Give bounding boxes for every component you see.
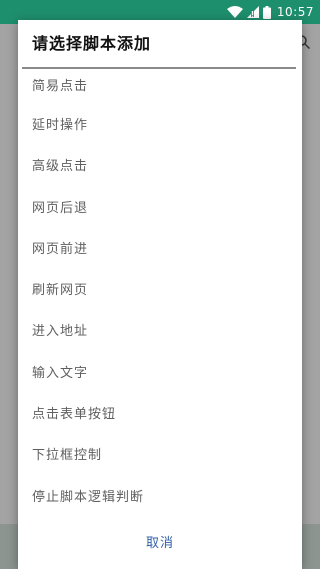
option-page-forward[interactable]: 网页前进: [18, 229, 302, 270]
cancel-button[interactable]: 取消: [18, 519, 302, 569]
status-time: 10:57: [276, 5, 314, 19]
signal-icon: [246, 6, 259, 18]
option-input-text[interactable]: 输入文字: [18, 353, 302, 394]
dialog-title: 请选择脚本添加: [32, 34, 152, 53]
option-page-back[interactable]: 网页后退: [18, 188, 302, 229]
option-click-form-button[interactable]: 点击表单按钮: [18, 394, 302, 435]
option-stop-script-logic[interactable]: 停止脚本逻辑判断: [18, 477, 302, 518]
script-select-dialog: 请选择脚本添加 简易点击 延时操作 高级点击 网页后退 网页前进 刷新网页 进入…: [18, 20, 302, 569]
status-icons: 10:57: [226, 3, 314, 21]
option-dropdown-control[interactable]: 下拉框控制: [18, 435, 302, 476]
option-simple-click[interactable]: 简易点击: [18, 69, 302, 105]
option-delay[interactable]: 延时操作: [18, 105, 302, 146]
wifi-icon: [226, 6, 243, 18]
battery-icon: [262, 5, 271, 19]
option-refresh-page[interactable]: 刷新网页: [18, 270, 302, 311]
option-enter-url[interactable]: 进入地址: [18, 311, 302, 352]
options-list: 简易点击 延时操作 高级点击 网页后退 网页前进 刷新网页 进入地址 输入文字 …: [18, 69, 302, 518]
option-advanced-click[interactable]: 高级点击: [18, 146, 302, 187]
